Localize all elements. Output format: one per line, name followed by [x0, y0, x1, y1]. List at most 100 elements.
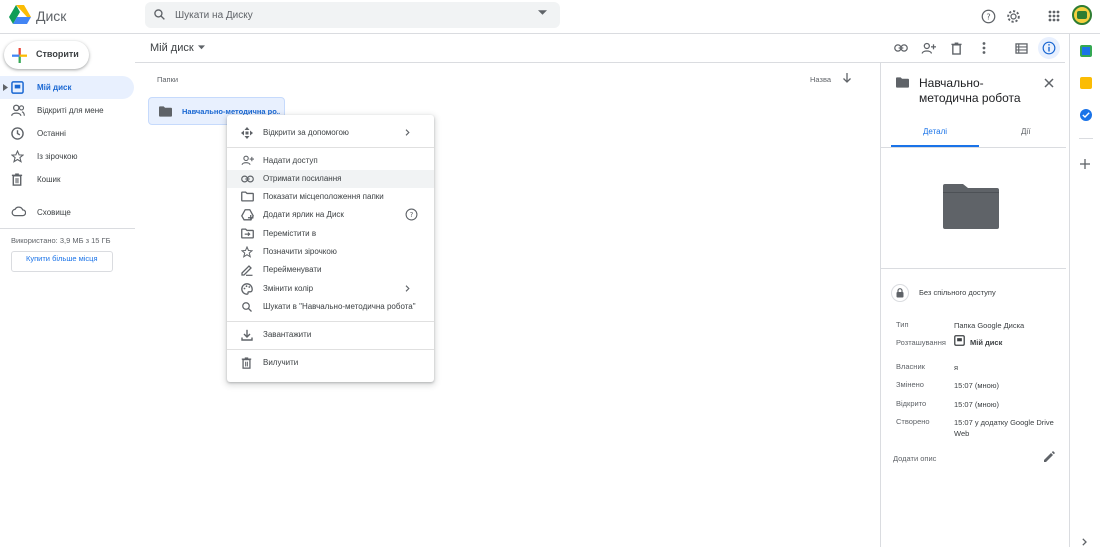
get-link-icon[interactable]: [892, 39, 910, 57]
star-icon: [241, 246, 253, 258]
tasks-icon[interactable]: [1080, 109, 1092, 121]
menu-item-label: Відкрити за допомогою: [263, 128, 349, 137]
menu-item-label: Показати місцеположення папки: [263, 192, 384, 201]
sidebar-item-my-drive[interactable]: Мій диск: [0, 76, 134, 99]
download-icon: [241, 329, 253, 341]
folders-section-label: Папки: [157, 75, 179, 84]
colored-plus-icon: [12, 48, 27, 63]
details-panel: Навчально-методична робота Деталі Дії Бе…: [880, 62, 1066, 547]
tabs-divider: [881, 147, 1066, 148]
drive-logo-icon[interactable]: [9, 5, 31, 25]
cloud-icon: [11, 206, 26, 217]
prop-value: 15:07 у додатку Google Drive Web: [954, 418, 1054, 438]
avatar-emblem-icon: [1077, 11, 1087, 19]
help-icon[interactable]: ?: [978, 6, 998, 26]
add-addon-plus-icon[interactable]: [1080, 159, 1090, 169]
add-shortcut-icon: [241, 209, 254, 221]
sidebar-item-storage[interactable]: Сховище: [0, 201, 135, 224]
move-to-icon: [241, 228, 254, 239]
menu-item-share[interactable]: Надати доступ: [227, 152, 434, 170]
search-options-icon[interactable]: [538, 10, 547, 16]
folder-icon: [159, 106, 172, 117]
menu-item-add-star[interactable]: Позначити зірочкою: [227, 243, 434, 261]
sidebar-item-recent[interactable]: Останні: [0, 122, 135, 145]
location-link[interactable]: Мій диск: [970, 338, 1002, 347]
prop-label: Створено: [896, 417, 930, 426]
new-button[interactable]: Створити: [4, 41, 89, 69]
sidebar-item-label: Із зірочкою: [37, 152, 78, 161]
sidebar-item-label: Кошик: [37, 175, 61, 184]
svg-text:?: ?: [410, 210, 414, 219]
menu-item-search-in-folder[interactable]: Шукати в "Навчально-методична робота": [227, 298, 434, 316]
svg-text:?: ?: [986, 11, 990, 21]
sidebar-item-label: Сховище: [37, 208, 71, 217]
close-icon[interactable]: [1044, 78, 1054, 88]
chevron-right-icon[interactable]: [1082, 538, 1087, 546]
menu-item-label: Позначити зірочкою: [263, 247, 337, 256]
more-vertical-icon[interactable]: [975, 39, 993, 57]
chevron-down-icon[interactable]: [198, 45, 205, 50]
prop-label: Змінено: [896, 380, 924, 389]
calendar-icon[interactable]: [1080, 45, 1092, 57]
lock-icon: [896, 288, 904, 298]
share-person-add-icon[interactable]: [919, 39, 937, 57]
edit-pencil-icon[interactable]: [1043, 451, 1055, 463]
menu-item-move-to[interactable]: Перемістити в: [227, 225, 434, 243]
sort-direction-arrow-icon[interactable]: [843, 73, 851, 83]
sidebar-item-shared[interactable]: Відкриті для мене: [0, 99, 135, 122]
menu-item-label: Завантажити: [263, 330, 312, 339]
shared-with-me-icon: [11, 104, 25, 117]
menu-item-get-link[interactable]: Отримати посилання: [227, 170, 434, 188]
menu-separator: [227, 147, 434, 148]
menu-item-change-color[interactable]: Змінити колір: [227, 280, 434, 298]
star-icon: [11, 150, 24, 163]
keep-notes-icon[interactable]: [1080, 77, 1092, 89]
search-bar: [145, 2, 560, 28]
menu-item-rename[interactable]: Перейменувати: [227, 261, 434, 279]
folder-outline-icon: [241, 191, 254, 202]
trash-icon: [11, 173, 23, 186]
details-title: Навчально-методична робота: [919, 76, 1021, 105]
list-view-icon[interactable]: [1012, 39, 1030, 57]
prop-label: Власник: [896, 362, 925, 371]
buy-storage-button[interactable]: Купити більше місця: [11, 251, 113, 272]
delete-trash-icon[interactable]: [947, 39, 965, 57]
rename-pencil-icon: [241, 264, 253, 276]
add-description-label: Додати опис: [893, 454, 937, 463]
side-apps-rail: [1069, 34, 1100, 547]
settings-gear-icon[interactable]: [1003, 6, 1023, 26]
search-input[interactable]: [175, 2, 535, 28]
menu-item-download[interactable]: Завантажити: [227, 326, 434, 344]
tab-activity[interactable]: Дії: [1021, 127, 1030, 136]
prop-value: 15:07 (мною): [954, 400, 999, 409]
access-status-text: Без спільного доступу: [919, 288, 996, 297]
search-icon[interactable]: [153, 8, 166, 21]
menu-item-show-location[interactable]: Показати місцеположення папки: [227, 188, 434, 206]
breadcrumb-my-drive[interactable]: Мій диск: [150, 42, 194, 54]
rail-divider: [1079, 138, 1093, 139]
menu-item-label: Перейменувати: [263, 265, 322, 274]
prop-label: Розташування: [896, 338, 946, 347]
app-title[interactable]: Диск: [36, 8, 66, 24]
menu-item-label: Змінити колір: [263, 284, 314, 293]
account-avatar[interactable]: [1072, 5, 1092, 25]
storage-usage-text: Використано: 3,9 МБ з 15 ГБ: [11, 236, 111, 245]
apps-grid-icon[interactable]: [1044, 6, 1064, 26]
search-icon: [241, 301, 253, 313]
sidebar-item-starred[interactable]: Із зірочкою: [0, 145, 135, 168]
sort-by-name-button[interactable]: Назва: [810, 75, 831, 84]
menu-item-add-shortcut[interactable]: Додати ярлик на Диск ?: [227, 206, 434, 224]
menu-item-remove[interactable]: Вилучити: [227, 354, 434, 372]
details-info-icon[interactable]: [1038, 37, 1060, 59]
buy-storage-label: Купити більше місця: [26, 254, 98, 263]
chevron-right-icon: [405, 129, 410, 136]
folder-icon: [896, 77, 909, 88]
menu-item-open-with[interactable]: Відкрити за допомогою: [227, 124, 434, 142]
sidebar-item-label: Відкриті для мене: [37, 106, 104, 115]
help-icon[interactable]: ?: [405, 208, 418, 221]
menu-separator: [227, 321, 434, 322]
sidebar-item-trash[interactable]: Кошик: [0, 168, 135, 191]
tab-details[interactable]: Деталі: [923, 127, 947, 136]
expand-caret-icon[interactable]: [3, 84, 8, 91]
clock-icon: [11, 127, 24, 140]
